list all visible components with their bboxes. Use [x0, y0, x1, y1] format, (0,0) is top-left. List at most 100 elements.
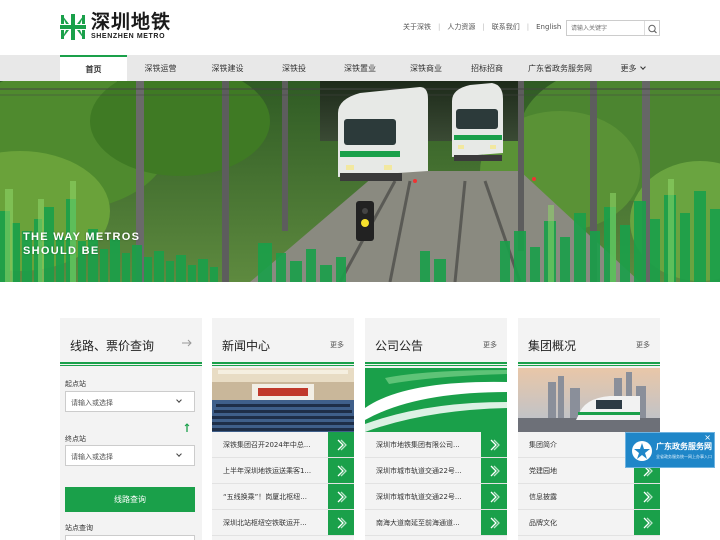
slogan-line: THE WAY METROS	[23, 231, 141, 243]
list-item[interactable]: “五线换乘”！岗厦北枢纽...	[212, 484, 354, 510]
divider	[212, 362, 354, 366]
top-link-contact[interactable]: 联系我们	[492, 22, 520, 32]
arrow-button[interactable]	[328, 458, 354, 483]
nav-operation[interactable]: 深铁运营	[127, 55, 194, 81]
notice-title: 公司公告	[375, 339, 424, 353]
route-query-button[interactable]: 线路查询	[65, 487, 195, 512]
list-item[interactable]: 品牌文化	[518, 510, 660, 536]
list-item-text: 深圳市城市轨道交通22号...	[376, 467, 462, 475]
group-image[interactable]	[518, 368, 660, 432]
start-station-label: 起点站	[65, 380, 86, 388]
chevron-down-icon	[176, 451, 182, 457]
gov-service-title: 广东政务服务网	[656, 442, 712, 451]
site-header: 深圳地铁 SHENZHEN METRO 关于深铁 | 人力资源 | 联系我们 |…	[0, 0, 720, 55]
nav-label: 更多	[620, 63, 637, 73]
notice-image[interactable]	[365, 368, 507, 432]
logo[interactable]: 深圳地铁 SHENZHEN METRO	[60, 12, 171, 41]
chevron-down-icon	[639, 63, 646, 70]
slogan-line: SHOULD BE	[23, 245, 100, 257]
arrow-button[interactable]	[328, 510, 354, 535]
nav-label: 深铁商业	[410, 63, 442, 73]
search-input[interactable]	[571, 23, 643, 34]
news-list: 深铁集团召开2024年中总... 上半年深圳地铁运送乘客1... “五线换乘”！…	[212, 432, 354, 536]
main-nav: 首页 深铁运营 深铁建设 深铁投 深铁置业 深铁商业 招标招商 广东省政务服务网…	[0, 55, 720, 81]
chevron-right-icon	[337, 439, 347, 451]
arrow-button[interactable]	[481, 432, 507, 457]
arrow-button[interactable]	[481, 484, 507, 509]
list-item-text: 深圳市城市轨道交通22号...	[376, 493, 462, 501]
chevron-right-icon	[643, 517, 653, 529]
gov-service-subtitle: 全省政务服务统一网上办事入口	[656, 454, 712, 459]
train-left	[338, 87, 428, 181]
nav-label: 深铁投	[282, 63, 306, 73]
list-item[interactable]: 深圳市地铁集团有限公司...	[365, 432, 507, 458]
nav-property[interactable]: 深铁置业	[327, 55, 393, 81]
nav-more[interactable]: 更多	[605, 55, 660, 81]
city-train-photo	[518, 368, 660, 432]
news-panel: 新闻中心 更多 深铁集团召开2024年中总... 上半年深圳地铁运送乘客1...	[212, 318, 354, 540]
notice-panel: 公司公告 更多 深圳市地铁集团有限公司... 深圳市城市轨道交通22号... 深…	[365, 318, 507, 540]
news-more-link[interactable]: 更多	[330, 340, 344, 350]
group-panel: 集团概况 更多 集团简介 党建园地 信息披露 品牌文化	[518, 318, 660, 540]
chevron-right-icon	[643, 491, 653, 503]
list-item[interactable]: 深铁集团召开2024年中总...	[212, 432, 354, 458]
divider: |	[482, 23, 485, 31]
divider: |	[526, 23, 530, 31]
chevron-down-icon	[176, 397, 182, 403]
chevron-right-icon	[490, 439, 500, 451]
list-item-text: “五线换乘”！岗厦北枢纽...	[223, 493, 307, 501]
list-item[interactable]: 南海大道南延至前海通道...	[365, 510, 507, 536]
list-item[interactable]: 上半年深圳地铁运送乘客1...	[212, 458, 354, 484]
banner-slogan: THE WAY METROS SHOULD BE	[23, 230, 140, 258]
swap-icon[interactable]	[184, 423, 190, 433]
arrow-button[interactable]	[481, 510, 507, 535]
chevron-right-icon	[490, 465, 500, 477]
arrow-button[interactable]	[634, 484, 660, 509]
notice-more-link[interactable]: 更多	[483, 340, 497, 350]
nav-label: 深铁建设	[211, 63, 244, 73]
list-item[interactable]: 深圳市城市轨道交通22号...	[365, 458, 507, 484]
group-title: 集团概况	[528, 339, 577, 353]
list-item[interactable]: 信息披露	[518, 484, 660, 510]
nav-investment[interactable]: 深铁投	[261, 55, 327, 81]
nav-label: 招标招商	[471, 63, 503, 73]
start-station-select[interactable]: 请输入或选择	[65, 391, 195, 412]
list-item[interactable]: 深圳市城市轨道交通22号...	[365, 484, 507, 510]
station-query-select[interactable]	[65, 535, 195, 540]
nav-construction[interactable]: 深铁建设	[194, 55, 261, 81]
divider	[365, 362, 507, 366]
nav-tender[interactable]: 招标招商	[459, 55, 515, 81]
select-placeholder: 请输入或选择	[71, 453, 113, 461]
train-right	[452, 83, 503, 161]
gov-service-float-widget[interactable]: × 广东政务服务网 全省政务服务统一网上办事入口	[625, 432, 715, 468]
arrow-button[interactable]	[328, 432, 354, 457]
divider	[518, 362, 660, 366]
end-station-select[interactable]: 请输入或选择	[65, 445, 195, 466]
nav-home[interactable]: 首页	[60, 55, 127, 81]
arrow-button[interactable]	[481, 458, 507, 483]
list-item-text: 深铁集团召开2024年中总...	[223, 441, 311, 449]
end-station-label: 终点站	[65, 435, 86, 443]
nav-commerce[interactable]: 深铁商业	[393, 55, 459, 81]
search-button[interactable]	[644, 21, 659, 35]
arrow-button[interactable]	[328, 484, 354, 509]
logo-english-text: SHENZHEN METRO	[91, 33, 166, 40]
conference-photo	[212, 368, 354, 432]
list-item[interactable]: 深圳北站枢纽空铁联运开...	[212, 510, 354, 536]
chevron-right-icon	[337, 517, 347, 529]
nav-gov-service[interactable]: 广东省政务服务网	[515, 55, 605, 81]
nav-label: 深铁置业	[344, 63, 376, 73]
metro-logo-icon	[60, 13, 86, 40]
top-link-hr[interactable]: 人力资源	[447, 22, 475, 32]
arrow-right-icon[interactable]	[182, 339, 192, 347]
top-link-english[interactable]: English	[536, 23, 561, 31]
hero-banner[interactable]: THE WAY METROS SHOULD BE	[0, 81, 720, 282]
top-link-about[interactable]: 关于深铁	[403, 22, 431, 32]
arrow-button[interactable]	[634, 510, 660, 535]
divider: |	[438, 23, 441, 31]
group-more-link[interactable]: 更多	[636, 340, 650, 350]
news-image[interactable]	[212, 368, 354, 432]
search-box	[566, 20, 660, 36]
list-item-text: 信息披露	[529, 493, 557, 501]
list-item-text: 上半年深圳地铁运送乘客1...	[223, 467, 312, 475]
